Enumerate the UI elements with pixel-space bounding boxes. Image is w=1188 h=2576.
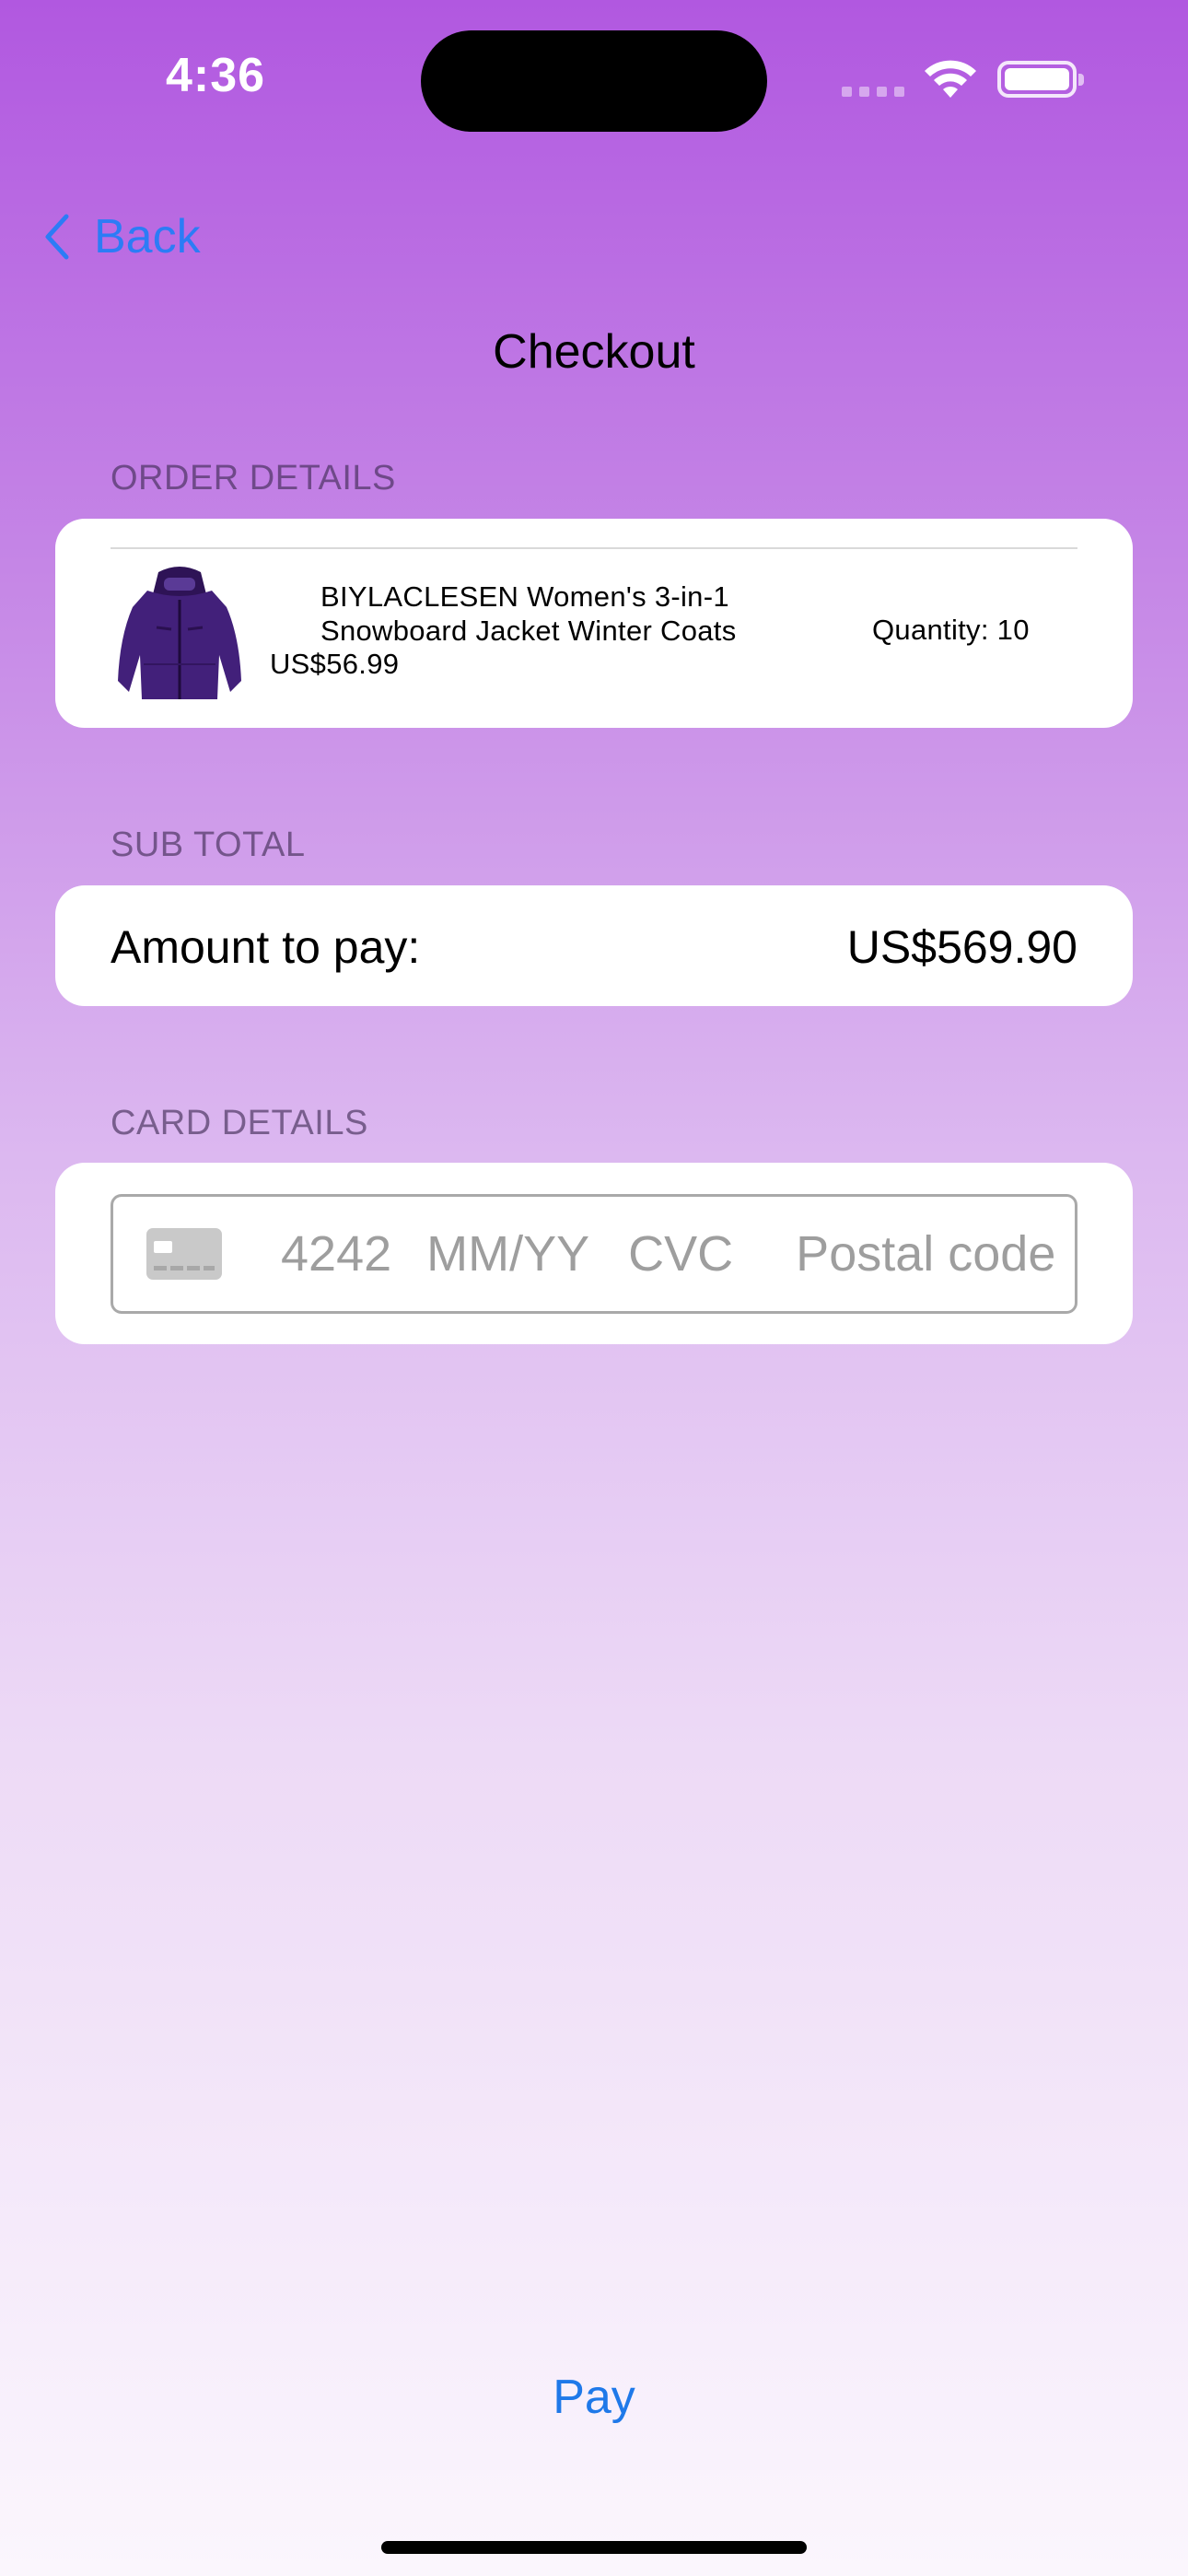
card-number-input[interactable]: 4242 — [281, 1225, 391, 1282]
back-button[interactable]: Back — [42, 205, 201, 269]
product-price: US$56.99 — [270, 648, 400, 680]
cellular-signal-icon — [842, 87, 906, 98]
status-time: 4:36 — [166, 49, 266, 102]
wifi-icon — [925, 60, 976, 98]
chevron-left-icon — [45, 214, 69, 260]
card-input-field[interactable]: 4242 MM/YY CVC Postal code — [111, 1194, 1077, 1314]
list-item[interactable]: BIYLACLESEN Women's 3-in-1 Snowboard Jac… — [55, 519, 1133, 728]
sub-total-header: SUB TOTAL — [111, 825, 306, 864]
card-details-card: 4242 MM/YY CVC Postal code — [55, 1163, 1133, 1344]
postal-code-input[interactable]: Postal code — [796, 1225, 1055, 1282]
card-cvc-input[interactable]: CVC — [628, 1225, 733, 1282]
pay-button[interactable]: Pay — [0, 2370, 1188, 2425]
subtotal-card: Amount to pay: US$569.90 — [55, 885, 1133, 1006]
home-indicator — [381, 2541, 807, 2554]
amount-value: US$569.90 — [846, 921, 1077, 973]
product-image — [118, 567, 241, 699]
product-name: BIYLACLESEN Women's 3-in-1 Snowboard Jac… — [320, 580, 737, 647]
amount-label: Amount to pay: — [111, 921, 421, 973]
card-expiry-input[interactable]: MM/YY — [426, 1225, 589, 1282]
card-details-header: CARD DETAILS — [111, 1104, 368, 1142]
order-details-header: ORDER DETAILS — [111, 459, 396, 498]
order-details-card: BIYLACLESEN Women's 3-in-1 Snowboard Jac… — [55, 519, 1133, 728]
credit-card-icon — [146, 1228, 222, 1280]
battery-icon — [997, 61, 1084, 98]
product-quantity: Quantity: 10 — [872, 614, 1030, 646]
dynamic-island — [421, 30, 767, 132]
back-label: Back — [94, 210, 201, 263]
page-title: Checkout — [493, 325, 695, 379]
